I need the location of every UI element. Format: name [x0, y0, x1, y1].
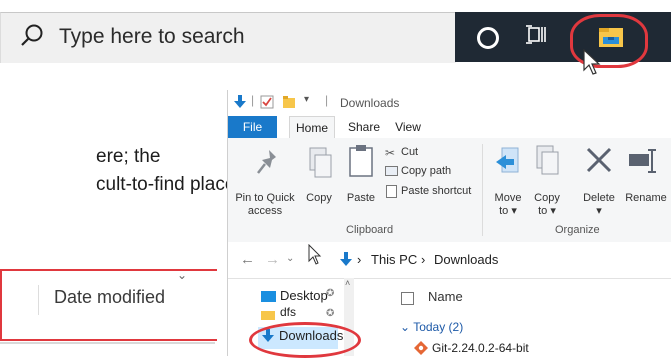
breadcrumb-downloads[interactable]: Downloads — [434, 252, 498, 267]
cut-button[interactable]: Cut — [401, 146, 418, 158]
git-icon — [414, 341, 428, 355]
copy-to-button[interactable]: Copy to ▾ — [530, 192, 564, 218]
tab-file[interactable]: File — [228, 116, 277, 138]
delete-x-icon — [586, 147, 612, 173]
paste-button[interactable]: Paste — [344, 192, 378, 204]
paste-icon — [349, 145, 373, 177]
delete-label: Delete — [583, 192, 615, 204]
copy-to-icon — [536, 145, 559, 175]
quick-access-dropdown-icon[interactable]: ▾ — [304, 94, 309, 105]
ribbon-separator — [482, 144, 483, 236]
download-arrow-icon — [234, 95, 246, 108]
desktop-icon — [261, 291, 276, 302]
nav-item-dfs[interactable]: dfs — [280, 305, 296, 319]
copy-path-button[interactable]: Copy path — [401, 165, 451, 177]
scroll-up-icon: ˄ — [345, 278, 351, 288]
slide-text-line-1: ere; the — [96, 146, 161, 167]
paste-shortcut-button[interactable]: Paste shortcut — [401, 185, 471, 197]
delete-button[interactable]: Delete ▾ — [580, 192, 618, 218]
taskbar-search-box[interactable]: Type here to search — [0, 12, 456, 63]
group-label: Today (2) — [413, 320, 464, 334]
date-modified-header[interactable]: Date modified — [54, 287, 165, 308]
file-list: Name ⌄ Today (2) Git-2.24.0.2-64-bit — [356, 278, 671, 356]
rename-icon — [629, 149, 656, 173]
taskbar: Type here to search — [0, 0, 671, 75]
zoomed-row-divider — [0, 342, 215, 344]
properties-check-icon[interactable] — [260, 95, 274, 109]
scissors-icon: ✂ — [385, 146, 396, 160]
move-to-icon — [496, 147, 519, 173]
downloads-address-icon — [340, 252, 352, 266]
pin-icon — [257, 150, 276, 174]
select-all-checkbox[interactable] — [401, 292, 414, 305]
column-separator — [38, 285, 39, 315]
back-arrow-icon[interactable]: ← — [240, 251, 255, 268]
file-explorer-window: | ▾ | Downloads File Home Share View Pin… — [227, 90, 671, 358]
explorer-highlight-circle — [570, 14, 648, 68]
tab-share[interactable]: Share — [344, 116, 384, 138]
pin-label: Pin to Quick access — [235, 192, 295, 217]
organize-group-label: Organize — [555, 224, 600, 236]
file-name: Git-2.24.0.2-64-bit — [432, 341, 529, 355]
dfs-folder-icon — [261, 311, 275, 320]
search-icon — [21, 24, 43, 46]
breadcrumb-separator: › — [357, 252, 362, 267]
copy-path-icon — [385, 166, 398, 176]
title-bar: | ▾ | Downloads — [228, 90, 671, 116]
new-folder-icon[interactable] — [282, 95, 296, 109]
ribbon-tabs: File Home Share View — [228, 116, 671, 139]
mouse-cursor-icon — [583, 49, 601, 75]
address-bar-row: ← → ⌄ › This PC › Downloads — [228, 242, 671, 279]
copy-button[interactable]: Copy — [304, 192, 334, 204]
task-view-icon[interactable] — [525, 24, 547, 46]
pin-small-icon: ✪ — [326, 288, 335, 299]
tab-home[interactable]: Home — [289, 116, 335, 139]
copy-to-label: Copy to — [534, 192, 560, 217]
copy-icon — [309, 147, 332, 178]
group-today[interactable]: ⌄ Today (2) — [400, 320, 463, 334]
nav-item-desktop[interactable]: Desktop — [280, 288, 328, 303]
cortana-circle-icon[interactable] — [477, 27, 499, 49]
paste-shortcut-icon — [386, 185, 397, 198]
pin-small-icon-2: ✪ — [326, 308, 335, 319]
clipboard-group-label: Clipboard — [346, 224, 394, 236]
pin-to-quick-access-button[interactable]: Pin to Quick access — [230, 192, 300, 218]
slide-text-line-2: cult-to-find place — [96, 174, 236, 195]
zoomed-column-header: ⌄ Date modified — [0, 268, 217, 341]
title-divider: | — [251, 93, 255, 107]
forward-arrow-icon[interactable]: → — [265, 251, 280, 268]
move-to-button[interactable]: Move to ▾ — [490, 192, 526, 218]
ribbon-home: Pin to Quick access Copy Paste ✂ Cut Cop… — [228, 138, 671, 243]
move-to-label: Move to — [494, 192, 522, 217]
chevron-down-icon: ⌄ — [177, 268, 188, 282]
downloads-highlight-circle — [249, 322, 361, 358]
title-divider-2: | — [325, 93, 329, 107]
recent-chevron-icon[interactable]: ⌄ — [286, 253, 294, 264]
breadcrumb-this-pc[interactable]: This PC — [371, 252, 417, 267]
tab-view[interactable]: View — [390, 116, 426, 138]
window-title: Downloads — [340, 96, 400, 110]
breadcrumb-separator-2: › — [421, 252, 426, 267]
name-column-header[interactable]: Name — [428, 289, 463, 304]
rename-button[interactable]: Rename — [624, 192, 668, 204]
mouse-cursor-icon-2 — [308, 244, 322, 265]
search-placeholder: Type here to search — [59, 25, 245, 48]
group-chevron-icon: ⌄ — [400, 320, 411, 334]
